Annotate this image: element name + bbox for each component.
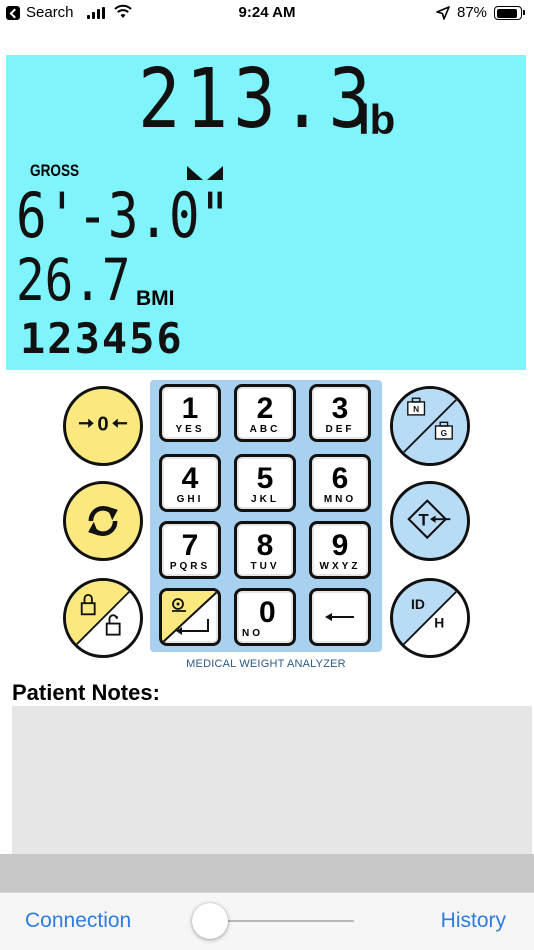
key-digit: 9 [331, 529, 349, 562]
refresh-button[interactable] [63, 481, 143, 561]
key-letters: MNO [323, 494, 357, 505]
net-label: N [413, 404, 419, 414]
tare-label: T [418, 511, 428, 530]
key-letters: NO [242, 628, 263, 639]
gross-indicator: GROSS [30, 161, 80, 180]
id-height-icon: ID H [393, 581, 467, 655]
bmi-readout: 26.7 [16, 246, 131, 314]
net-gross-button[interactable]: N G [390, 386, 470, 466]
battery-percent: 87% [457, 4, 488, 21]
key-digit: 4 [181, 462, 199, 495]
bmi-unit: BMI [136, 287, 175, 310]
clock: 9:24 AM [238, 4, 296, 21]
keypad-caption: MEDICAL WEIGHT ANALYZER [186, 658, 346, 670]
location-icon [436, 6, 450, 20]
id-height-button[interactable]: ID H [390, 578, 470, 658]
refresh-icon [88, 506, 118, 536]
key-letters: ABC [249, 424, 281, 435]
weight-unit: lb [358, 96, 396, 143]
print-enter-key[interactable] [159, 588, 221, 646]
height-label: H [434, 614, 444, 630]
key-letters: TUV [250, 561, 280, 572]
net-gross-icon: N G [393, 389, 467, 463]
zero-button[interactable]: 0 [63, 386, 143, 466]
lock-unlock-icon [66, 581, 140, 655]
stable-indicator-icon [187, 166, 223, 180]
backspace-key[interactable] [309, 588, 371, 646]
key-letters: PQRS [169, 561, 211, 572]
zero-icon: 0 [78, 414, 128, 436]
key-5[interactable]: 5 JKL [234, 454, 296, 512]
key-2[interactable]: 2 ABC [234, 384, 296, 442]
key-6[interactable]: 6 MNO [309, 454, 371, 512]
patient-notes-input[interactable] [12, 706, 532, 854]
key-4[interactable]: 4 GHI [159, 454, 221, 512]
key-letters: YES [175, 424, 205, 435]
key-digit: 8 [256, 529, 274, 562]
patient-notes-label: Patient Notes: [12, 680, 160, 705]
slider-thumb[interactable] [192, 903, 228, 939]
lcd-display: 213.3 lb GROSS 6'-3.0" 26.7 BMI 123456 [6, 55, 526, 370]
bottom-toolbar: Connection History [0, 892, 534, 950]
key-digit: 3 [331, 392, 349, 425]
weight-readout: 213.3 [138, 55, 377, 147]
status-bar: Search 9:24 AM 87% [0, 0, 534, 28]
slider[interactable] [178, 903, 354, 939]
patient-id-readout: 123456 [20, 314, 184, 363]
key-digit: 7 [181, 529, 199, 562]
lock-unlock-button[interactable] [63, 578, 143, 658]
svg-text:0: 0 [97, 414, 108, 436]
key-7[interactable]: 7 PQRS [159, 521, 221, 579]
connection-button[interactable]: Connection [25, 909, 131, 933]
history-button[interactable]: History [441, 909, 506, 933]
key-digit: 1 [181, 392, 199, 425]
key-8[interactable]: 8 TUV [234, 521, 296, 579]
tare-icon: T [407, 499, 451, 540]
notes-footer-band [0, 854, 534, 892]
key-digit: 6 [331, 462, 349, 495]
key-letters: WXYZ [319, 561, 361, 572]
tare-button[interactable]: T [390, 481, 470, 561]
key-letters: JKL [251, 494, 279, 505]
key-1[interactable]: 1 YES [159, 384, 221, 442]
key-3[interactable]: 3 DEF [309, 384, 371, 442]
key-digit: 2 [256, 392, 274, 425]
key-digit: 5 [256, 462, 274, 495]
key-digit: 0 [259, 596, 276, 629]
key-9[interactable]: 9 WXYZ [309, 521, 371, 579]
backspace-icon [325, 613, 354, 621]
height-readout: 6'-3.0" [16, 179, 231, 252]
key-letters: GHI [176, 494, 204, 505]
battery-icon [494, 6, 525, 20]
key-letters: DEF [325, 424, 355, 435]
id-label: ID [411, 596, 425, 612]
print-enter-icon [162, 591, 218, 643]
gross-label: G [441, 428, 447, 438]
key-0[interactable]: 0 NO [234, 588, 296, 646]
